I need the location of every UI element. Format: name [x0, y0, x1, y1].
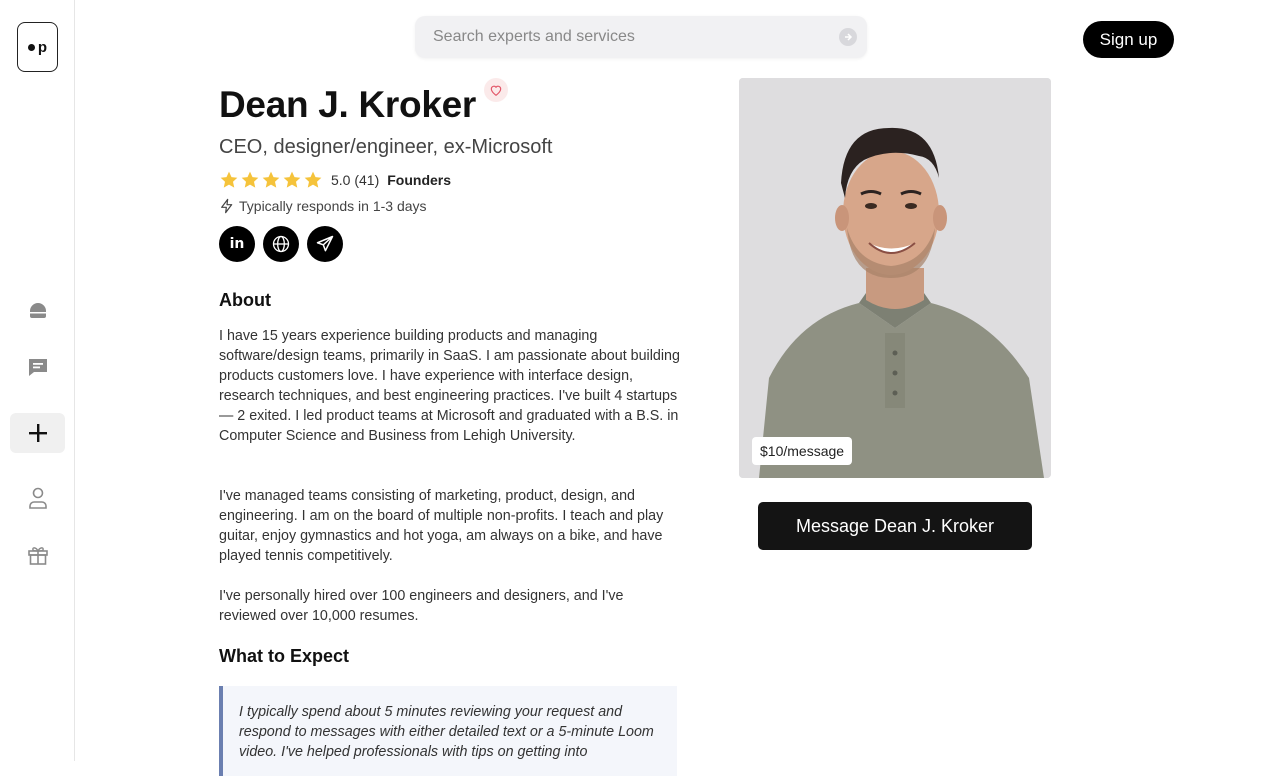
social-links: in: [219, 226, 343, 262]
star-icon: [220, 171, 238, 188]
chat-icon: [28, 359, 47, 376]
user-icon: [28, 487, 47, 509]
response-time-text: Typically responds in 1-3 days: [239, 198, 427, 214]
lightning-icon: [221, 198, 233, 214]
rating-text: 5.0 (41): [331, 172, 380, 188]
category-link[interactable]: Founders: [387, 172, 451, 188]
send-button[interactable]: [307, 226, 343, 262]
sidebar-item-create[interactable]: [10, 413, 65, 453]
linkedin-icon: in: [229, 236, 245, 252]
search-placeholder: Search experts and services: [433, 28, 635, 45]
signup-button[interactable]: Sign up: [1083, 21, 1174, 58]
star-icon: [262, 171, 280, 188]
star-rating: [219, 170, 323, 190]
send-icon: [316, 235, 334, 252]
about-paragraph-1: I have 15 years experience building prod…: [219, 328, 680, 444]
profile-name: Dean J. Kroker: [219, 84, 476, 125]
star-icon: [241, 171, 259, 188]
favorite-button[interactable]: [484, 78, 508, 102]
sidebar: p: [0, 0, 75, 761]
star-icon: [304, 171, 322, 188]
sidebar-item-profile[interactable]: [10, 478, 65, 518]
price-badge: $10/message: [752, 437, 853, 465]
expect-quote: I typically spend about 5 minutes review…: [219, 686, 677, 776]
about-paragraph-2: I've managed teams consisting of marketi…: [219, 488, 664, 564]
response-time: Typically responds in 1-3 days: [219, 198, 427, 214]
search-input[interactable]: Search experts and services: [415, 16, 867, 58]
message-button[interactable]: Message Dean J. Kroker: [758, 502, 1032, 550]
profile-photo: [739, 78, 1051, 478]
plus-icon: [28, 424, 47, 442]
website-button[interactable]: [263, 226, 299, 262]
star-icon: [283, 171, 301, 188]
gift-icon: [27, 547, 48, 565]
globe-icon: [272, 235, 290, 253]
profile-headline: CEO, designer/engineer, ex-Microsoft: [219, 136, 553, 158]
sidebar-item-messages[interactable]: [10, 347, 65, 387]
logo[interactable]: p: [17, 22, 58, 72]
sidebar-item-home[interactable]: [10, 290, 65, 330]
about-title: About: [219, 290, 271, 310]
logo-dot: [27, 43, 35, 51]
logo-text: p: [37, 38, 48, 56]
home-icon: [29, 303, 46, 318]
sidebar-item-gifts[interactable]: [10, 535, 65, 575]
search-icon[interactable]: [839, 28, 857, 46]
expect-title: What to Expect: [219, 646, 350, 666]
rating-row: 5.0 (41) Founders: [219, 170, 451, 190]
linkedin-button[interactable]: in: [219, 226, 255, 262]
heart-icon: [490, 85, 502, 96]
about-paragraph-3: I've personally hired over 100 engineers…: [219, 588, 624, 624]
